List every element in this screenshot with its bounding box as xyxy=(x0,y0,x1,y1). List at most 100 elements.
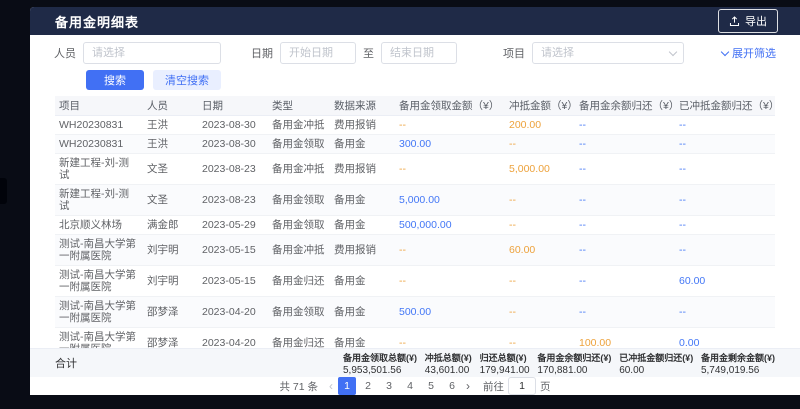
date-cell: 2023-05-15 xyxy=(198,265,268,296)
amount-cell: 60.00 xyxy=(505,234,575,265)
project-cell: 测试-南昌大学第一附属医院 xyxy=(55,265,143,296)
prev-page-button[interactable]: ‹ xyxy=(329,380,333,392)
summary-item: 冲抵总额(¥)43,601.00 xyxy=(425,351,472,376)
type-cell: 备用金冲抵 xyxy=(268,115,330,134)
type-cell: 备用金冲抵 xyxy=(268,153,330,184)
date-end-input[interactable] xyxy=(381,42,457,64)
column-header: 项目 xyxy=(55,96,143,115)
amount-cell: 100.00 xyxy=(575,327,675,348)
date-filter-label: 日期 xyxy=(251,45,273,61)
amount-cell: -- xyxy=(675,153,775,184)
date-cell: 2023-08-23 xyxy=(198,184,268,215)
page-button[interactable]: 6 xyxy=(443,377,461,395)
date-cell: 2023-05-15 xyxy=(198,234,268,265)
amount-cell: -- xyxy=(575,215,675,234)
summary-item-label: 冲抵总额(¥) xyxy=(425,351,472,364)
amount-cell: -- xyxy=(575,134,675,153)
person-cell: 邵梦泽 xyxy=(143,296,198,327)
amount-cell: -- xyxy=(675,134,775,153)
amount-cell: -- xyxy=(575,265,675,296)
sidebar-collapse-handle[interactable] xyxy=(0,178,7,204)
table-row[interactable]: 测试-南昌大学第一附属医院邵梦泽2023-04-20备用金领取备用金500.00… xyxy=(55,296,775,327)
amount-cell: -- xyxy=(395,234,505,265)
summary-item-value: 179,941.00 xyxy=(480,365,530,376)
page-button[interactable]: 4 xyxy=(401,377,419,395)
date-start-input[interactable] xyxy=(280,42,356,64)
project-cell: WH20230831 xyxy=(55,134,143,153)
person-cell: 刘宇明 xyxy=(143,234,198,265)
amount-cell: -- xyxy=(505,184,575,215)
amount-cell: -- xyxy=(395,265,505,296)
person-filter-input[interactable] xyxy=(83,42,221,64)
chevron-down-icon xyxy=(721,48,729,56)
source-cell: 备用金 xyxy=(330,265,395,296)
action-bar: 搜索 清空搜索 xyxy=(86,70,776,90)
goto-page-input[interactable] xyxy=(508,377,536,395)
person-cell: 王洪 xyxy=(143,134,198,153)
table-row[interactable]: 测试-南昌大学第一附属医院刘宇明2023-05-15备用金冲抵费用报销--60.… xyxy=(55,234,775,265)
table-row[interactable]: 测试-南昌大学第一附属医院邵梦泽2023-04-20备用金归还备用金----10… xyxy=(55,327,775,348)
source-cell: 费用报销 xyxy=(330,115,395,134)
project-cell: 新建工程-刘-测试 xyxy=(55,153,143,184)
summary-bar: 合计 备用金领取总额(¥)5,953,501.56冲抵总额(¥)43,601.0… xyxy=(30,348,800,377)
search-button[interactable]: 搜索 xyxy=(86,70,144,90)
amount-cell: -- xyxy=(505,296,575,327)
goto-page: 前往 页 xyxy=(483,377,551,395)
project-cell: 测试-南昌大学第一附属医院 xyxy=(55,327,143,348)
source-cell: 备用金 xyxy=(330,296,395,327)
type-cell: 备用金冲抵 xyxy=(268,234,330,265)
report-window: 备用金明细表 导出 人员 日期 至 项目 xyxy=(30,7,800,395)
amount-cell: 5,000.00 xyxy=(505,153,575,184)
date-cell: 2023-08-30 xyxy=(198,115,268,134)
project-cell: 测试-南昌大学第一附属医院 xyxy=(55,296,143,327)
goto-prefix-label: 前往 xyxy=(483,379,504,394)
column-header: 已冲抵金额归还（¥） xyxy=(675,96,775,115)
export-button[interactable]: 导出 xyxy=(718,9,778,33)
export-icon xyxy=(729,16,740,27)
amount-cell: 200.00 xyxy=(505,115,575,134)
next-page-button[interactable]: › xyxy=(466,380,470,392)
summary-item-value: 5,953,501.56 xyxy=(343,365,417,376)
table-row[interactable]: 北京顺义林场满金郎2023-05-29备用金领取备用金500,000.00---… xyxy=(55,215,775,234)
amount-cell: -- xyxy=(395,327,505,348)
column-header: 冲抵金额（¥） xyxy=(505,96,575,115)
summary-item: 归还总额(¥)179,941.00 xyxy=(480,351,530,376)
column-header: 类型 xyxy=(268,96,330,115)
person-cell: 邵梦泽 xyxy=(143,327,198,348)
table-row[interactable]: WH20230831王洪2023-08-30备用金领取备用金300.00----… xyxy=(55,134,775,153)
amount-cell: 60.00 xyxy=(675,265,775,296)
source-cell: 备用金 xyxy=(330,134,395,153)
person-cell: 满金郎 xyxy=(143,215,198,234)
page-button[interactable]: 2 xyxy=(359,377,377,395)
expand-filter-link[interactable]: 展开筛选 xyxy=(722,45,776,61)
project-filter-select[interactable] xyxy=(532,42,684,64)
summary-total-label: 合计 xyxy=(55,355,343,371)
table-row[interactable]: 新建工程-刘-测试文圣2023-08-23备用金冲抵费用报销--5,000.00… xyxy=(55,153,775,184)
type-cell: 备用金归还 xyxy=(268,265,330,296)
date-cell: 2023-04-20 xyxy=(198,296,268,327)
expand-filter-label: 展开筛选 xyxy=(732,45,776,61)
amount-cell: 0.00 xyxy=(675,327,775,348)
summary-item: 备用金剩余金额(¥)5,749,019.56 xyxy=(701,351,775,376)
amount-cell: -- xyxy=(675,296,775,327)
person-cell: 王洪 xyxy=(143,115,198,134)
type-cell: 备用金领取 xyxy=(268,184,330,215)
project-cell: 新建工程-刘-测试 xyxy=(55,184,143,215)
table-row[interactable]: WH20230831王洪2023-08-30备用金冲抵费用报销--200.00-… xyxy=(55,115,775,134)
data-table: 项目人员日期类型数据来源备用金领取金额（¥）冲抵金额（¥）备用金余额归还（¥）已… xyxy=(55,96,775,348)
date-filter: 日期 至 xyxy=(251,42,457,64)
amount-cell: -- xyxy=(505,215,575,234)
amount-cell: 500,000.00 xyxy=(395,215,505,234)
person-cell: 文圣 xyxy=(143,184,198,215)
person-filter: 人员 xyxy=(54,42,221,64)
clear-search-button[interactable]: 清空搜索 xyxy=(153,70,221,90)
page-button[interactable]: 3 xyxy=(380,377,398,395)
date-cell: 2023-08-23 xyxy=(198,153,268,184)
date-cell: 2023-08-30 xyxy=(198,134,268,153)
source-cell: 备用金 xyxy=(330,184,395,215)
page-button[interactable]: 1 xyxy=(338,377,356,395)
page-button[interactable]: 5 xyxy=(422,377,440,395)
amount-cell: -- xyxy=(575,234,675,265)
table-row[interactable]: 测试-南昌大学第一附属医院刘宇明2023-05-15备用金归还备用金------… xyxy=(55,265,775,296)
table-row[interactable]: 新建工程-刘-测试文圣2023-08-23备用金领取备用金5,000.00---… xyxy=(55,184,775,215)
